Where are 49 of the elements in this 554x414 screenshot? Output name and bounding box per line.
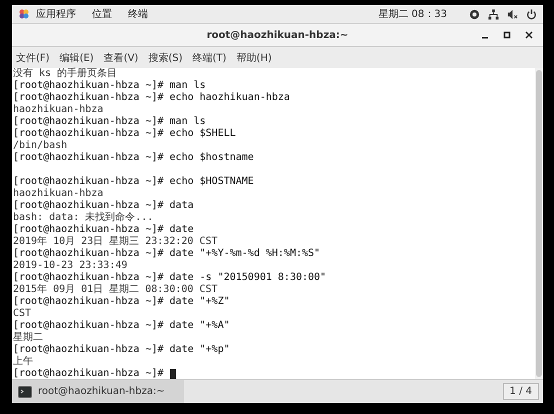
- top-menu-item[interactable]: 位置: [92, 7, 112, 21]
- volume-muted-icon[interactable]: [507, 8, 518, 20]
- menu-item[interactable]: 搜索(S): [148, 50, 182, 64]
- command-line: [root@haozhikuan-hbza ~]# echo $HOSTNAME: [13, 176, 254, 188]
- command-line: [root@haozhikuan-hbza ~]# man ls: [13, 116, 206, 128]
- accessibility-icon[interactable]: [469, 8, 480, 20]
- network-icon[interactable]: [488, 8, 499, 20]
- apps-logo-icon[interactable]: [18, 8, 30, 20]
- command-output: /bin/bash: [13, 140, 68, 152]
- maximize-icon[interactable]: [503, 31, 511, 39]
- menu-item[interactable]: 文件(F): [16, 50, 50, 64]
- taskbar-window-button[interactable]: root@haozhikuan-hbza:~: [12, 380, 184, 403]
- menu-item[interactable]: 编辑(E): [60, 50, 94, 64]
- command-line: [root@haozhikuan-hbza ~]# echo haozhikuan-hbza: [13, 92, 290, 104]
- menu-item[interactable]: 查看(V): [104, 50, 138, 64]
- command-output: 2015年 09月 01日 星期二 08:30:00 CST: [13, 284, 218, 296]
- command-output: haozhikuan-hbza: [13, 104, 104, 116]
- workspace-indicator[interactable]: 1 / 4: [502, 383, 539, 400]
- command-output: 星期二: [13, 332, 43, 344]
- command-line: [root@haozhikuan-hbza ~]# date "+%A": [13, 320, 230, 332]
- terminal-area[interactable]: [12, 68, 543, 379]
- command-output: 2019年 10月 23日 星期三 23:32:20 CST: [13, 236, 218, 248]
- clock[interactable]: 星期二 08：33: [378, 7, 447, 21]
- command-output: CST: [13, 308, 32, 320]
- power-icon[interactable]: [526, 8, 537, 20]
- top-menu-item[interactable]: 终端: [128, 7, 148, 21]
- scrollbar[interactable]: [535, 68, 543, 379]
- close-icon[interactable]: [525, 31, 533, 39]
- top-menu-item[interactable]: 应用程序: [36, 7, 76, 21]
- command-line: [root@haozhikuan-hbza ~]# man ls: [13, 80, 206, 92]
- command-line: [root@haozhikuan-hbza ~]#: [13, 368, 164, 380]
- command-line: [root@haozhikuan-hbza ~]# echo $hostname: [13, 152, 254, 164]
- command-output: 上午: [13, 356, 33, 368]
- menu-item[interactable]: 终端(T): [192, 50, 226, 64]
- command-line: [root@haozhikuan-hbza ~]# echo $SHELL: [13, 128, 236, 140]
- command-line: [root@haozhikuan-hbza ~]# data: [13, 200, 194, 212]
- command-output: haozhikuan-hbza: [13, 188, 104, 200]
- menu-item[interactable]: 帮助(H): [236, 50, 272, 64]
- command-output: bash: data: 未找到命令...: [13, 212, 154, 224]
- command-line: [root@haozhikuan-hbza ~]# date "+%p": [13, 344, 230, 356]
- command-line: [root@haozhikuan-hbza ~]# date "+%Y-%m-%d %H:%M:%S": [13, 248, 320, 260]
- command-output: 没有 ks 的手册页条目: [13, 68, 118, 80]
- command-output: 2019-10-23 23:33:49: [13, 260, 128, 272]
- command-line: [root@haozhikuan-hbza ~]# date -s "20150901 8:30:00": [13, 272, 326, 284]
- command-line: [root@haozhikuan-hbza ~]# date: [13, 224, 194, 236]
- terminal-icon: [18, 386, 32, 398]
- command-line: [root@haozhikuan-hbza ~]# date "+%Z": [13, 296, 230, 308]
- window-title: root@haozhikuan-hbza:~: [206, 30, 348, 40]
- text-cursor: [170, 369, 176, 379]
